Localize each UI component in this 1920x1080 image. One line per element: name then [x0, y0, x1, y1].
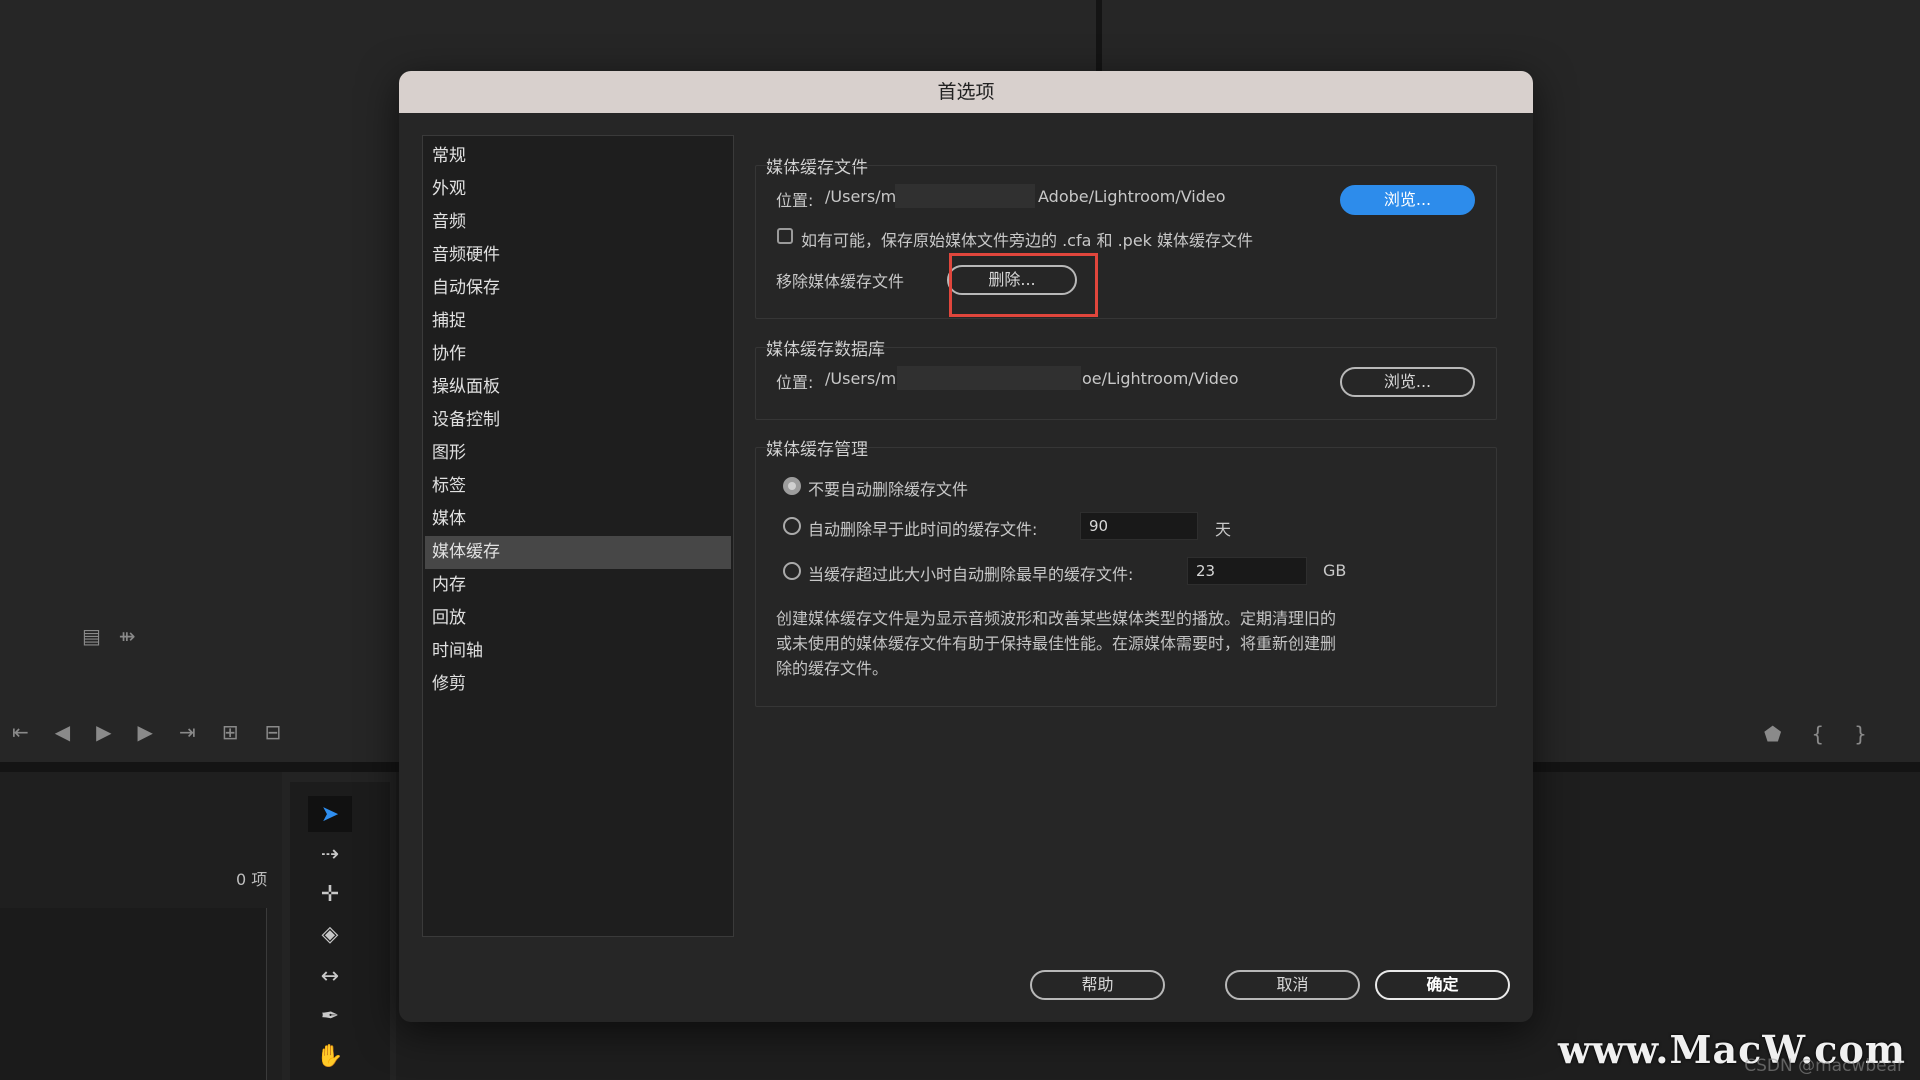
- remove-cache-files-label: 移除媒体缓存文件: [776, 272, 905, 291]
- help-button[interactable]: 帮助: [1030, 970, 1165, 1000]
- save-next-to-originals-checkbox[interactable]: [777, 228, 793, 244]
- program-transport-controls: ⬟ { }: [1764, 722, 1867, 746]
- sidebar-item-device-control[interactable]: 设备控制: [425, 404, 731, 437]
- sidebar-item-auto-save[interactable]: 自动保存: [425, 272, 731, 305]
- film-icon[interactable]: ▤: [82, 624, 101, 648]
- tools-panel: ➤ ⇢ ✛ ◈ ↔ ✒ ✋: [290, 782, 390, 1080]
- sidebar-item-audio-hardware[interactable]: 音频硬件: [425, 239, 731, 272]
- days-unit-label: 天: [1215, 520, 1232, 539]
- preferences-dialog: 首选项 常规 外观 音频 音频硬件 自动保存 捕捉 协作 操纵面板 设备控制 图…: [399, 71, 1533, 1022]
- sidebar-item-capture[interactable]: 捕捉: [425, 305, 731, 338]
- sidebar-item-audio[interactable]: 音频: [425, 206, 731, 239]
- delete-older-than-radio[interactable]: [783, 517, 801, 535]
- sidebar-item-memory[interactable]: 内存: [425, 569, 731, 602]
- cache-files-path-start: /Users/ma: [825, 187, 906, 206]
- delete-exceeds-size-label: 当缓存超过此大小时自动删除最早的缓存文件:: [808, 565, 1134, 584]
- mark-out-bracket-icon[interactable]: }: [1854, 722, 1867, 746]
- sidebar-item-media-cache[interactable]: 媒体缓存: [425, 536, 731, 569]
- razor-tool-icon[interactable]: ◈: [308, 916, 352, 952]
- redacted-path-segment: [895, 184, 1035, 208]
- selection-tool-icon[interactable]: ➤: [308, 796, 352, 832]
- ripple-edit-tool-icon[interactable]: ✛: [308, 876, 352, 912]
- description-line: 除的缓存文件。: [776, 659, 889, 678]
- sidebar-item-media[interactable]: 媒体: [425, 503, 731, 536]
- mark-in-icon[interactable]: ⇤: [12, 720, 29, 744]
- play-icon[interactable]: ▶: [96, 720, 111, 744]
- save-next-to-originals-label: 如有可能，保存原始媒体文件旁边的 .cfa 和 .pek 媒体缓存文件: [801, 231, 1254, 250]
- redacted-path-segment: [897, 366, 1081, 390]
- cache-database-path-start: /Users/ma: [825, 369, 906, 388]
- delete-button-highlight: [949, 253, 1098, 317]
- delete-exceeds-size-radio[interactable]: [783, 562, 801, 580]
- hand-tool-icon[interactable]: ✋: [308, 1038, 352, 1074]
- mark-in-bracket-icon[interactable]: {: [1811, 722, 1824, 746]
- source-extra-controls: ▤ ⇻: [82, 624, 136, 648]
- cache-database-browse-button[interactable]: 浏览...: [1340, 367, 1475, 397]
- step-back-icon[interactable]: ◀: [55, 720, 70, 744]
- description-line: 或未使用的媒体缓存文件有助于保持最佳性能。在源媒体需要时，将重新创建删: [776, 634, 1337, 653]
- project-items-count: 0 项: [236, 870, 268, 889]
- cache-files-browse-button[interactable]: 浏览...: [1340, 185, 1475, 215]
- ok-button[interactable]: 确定: [1375, 970, 1510, 1000]
- track-select-tool-icon[interactable]: ⇢: [308, 836, 352, 872]
- never-delete-label: 不要自动删除缓存文件: [808, 480, 969, 499]
- project-list-area: [0, 908, 267, 1080]
- insert-icon[interactable]: ⊞: [222, 720, 239, 744]
- sidebar-item-trim[interactable]: 修剪: [425, 668, 731, 701]
- marker-icon[interactable]: ⬟: [1764, 722, 1781, 746]
- description-line: 创建媒体缓存文件是为显示音频波形和改善某些媒体类型的播放。定期清理旧的: [776, 609, 1337, 628]
- overwrite-icon[interactable]: ⊟: [264, 720, 281, 744]
- step-forward-icon[interactable]: ▶: [138, 720, 153, 744]
- cancel-button[interactable]: 取消: [1225, 970, 1360, 1000]
- sidebar-item-appearance[interactable]: 外观: [425, 173, 731, 206]
- cache-database-path-end: oe/Lightroom/Video: [1082, 369, 1239, 388]
- sidebar-item-control-surface[interactable]: 操纵面板: [425, 371, 731, 404]
- source-transport-controls: ⇤ ◀ ▶ ▶ ⇥ ⊞ ⊟: [12, 720, 281, 744]
- sidebar-item-graphics[interactable]: 图形: [425, 437, 731, 470]
- preferences-sidebar: 常规 外观 音频 音频硬件 自动保存 捕捉 协作 操纵面板 设备控制 图形 标签…: [422, 135, 734, 937]
- delete-older-than-label: 自动删除早于此时间的缓存文件:: [808, 520, 1038, 539]
- dialog-title: 首选项: [399, 71, 1533, 113]
- sidebar-item-general[interactable]: 常规: [425, 140, 731, 173]
- credit-text: CSDN @macwbear: [1744, 1056, 1904, 1076]
- slip-tool-icon[interactable]: ↔: [308, 958, 352, 994]
- cache-database-location-label: 位置:: [776, 373, 814, 392]
- cache-files-location-label: 位置:: [776, 191, 814, 210]
- sidebar-item-labels[interactable]: 标签: [425, 470, 731, 503]
- sidebar-item-collaboration[interactable]: 协作: [425, 338, 731, 371]
- size-unit-label: GB: [1323, 561, 1347, 580]
- cache-description: 创建媒体缓存文件是为显示音频波形和改善某些媒体类型的播放。定期清理旧的 或未使用…: [776, 606, 1426, 681]
- sidebar-item-timeline[interactable]: 时间轴: [425, 635, 731, 668]
- cache-files-path-end: Adobe/Lightroom/Video: [1038, 187, 1226, 206]
- size-input[interactable]: [1187, 557, 1307, 585]
- pen-tool-icon[interactable]: ✒: [308, 998, 352, 1034]
- never-delete-radio[interactable]: [783, 477, 801, 495]
- settings-arrows-icon[interactable]: ⇻: [119, 624, 136, 648]
- sidebar-item-playback[interactable]: 回放: [425, 602, 731, 635]
- days-input[interactable]: [1080, 512, 1198, 540]
- mark-out-icon[interactable]: ⇥: [179, 720, 196, 744]
